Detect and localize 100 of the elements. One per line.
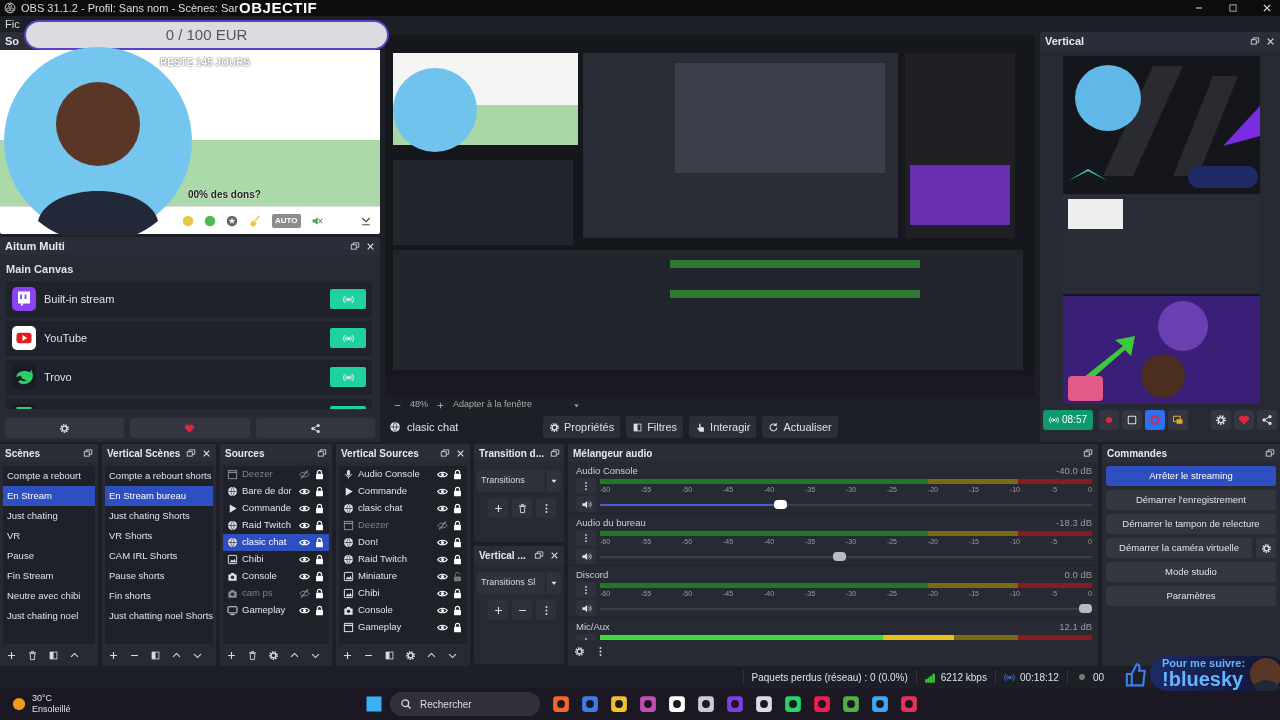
source-item[interactable]: Console: [223, 568, 329, 585]
stream-time: 00:18:12: [1019, 670, 1059, 685]
transition-dropdown[interactable]: Transitions: [477, 470, 561, 492]
source-item[interactable]: Deezer: [339, 517, 467, 534]
source-item[interactable]: clasic chat: [223, 534, 329, 551]
scene-item[interactable]: Just chating: [3, 506, 95, 526]
source-name: Miniature: [358, 569, 399, 584]
window-title: OBS 31.1.2 - Profil: Sans nom - Scènes: Sar: [21, 0, 239, 16]
follow-label: Pour me suivre:: [1162, 658, 1246, 669]
follow-handle: !bluesky: [1162, 669, 1245, 689]
toolbar-button[interactable]: Filtres: [626, 415, 684, 439]
source-name: Don!: [358, 535, 380, 550]
scene-item[interactable]: Just chatting noel Shorts: [105, 606, 213, 626]
source-name: Console: [242, 569, 278, 584]
volume-reading: 0.0 dB: [1064, 568, 1092, 582]
scene-item[interactable]: Just chating Shorts: [105, 506, 213, 526]
dropped-frames: Paquets perdus (réseau) : 0 (0.0%): [742, 669, 916, 685]
dock-title: Vertical: [1045, 33, 1086, 49]
scene-item[interactable]: En Stream: [3, 486, 95, 506]
control-button[interactable]: Démarrer l'enregistrement: [1106, 490, 1276, 510]
source-name: Audio Console: [358, 467, 421, 482]
source-item[interactable]: Gameplay: [339, 619, 467, 636]
overlay-title: OBJECTIF: [239, 0, 318, 18]
source-name: Console: [358, 603, 394, 618]
source-name: Deezer: [242, 467, 274, 482]
source-item[interactable]: clasic chat: [339, 500, 467, 517]
scene-item[interactable]: VR Shorts: [105, 526, 213, 546]
scene-item[interactable]: Neutre avec chibi: [3, 586, 95, 606]
dock-title: Vertical ...: [479, 548, 527, 563]
toolbar-button[interactable]: Interagir: [689, 415, 757, 439]
control-button[interactable]: Paramètres: [1106, 586, 1276, 606]
banner-caption: 00% des dons?: [188, 188, 261, 202]
source-item[interactable]: Raid Twitch: [339, 551, 467, 568]
channel-name: Mic/Aux: [576, 620, 610, 634]
bitrate: 6212 kbps: [940, 670, 987, 685]
volume-reading: 12.1 dB: [1059, 620, 1092, 634]
volume-reading: -18.3 dB: [1056, 516, 1092, 530]
scene-item[interactable]: Fin Stream: [3, 566, 95, 586]
source-name: Gameplay: [242, 603, 287, 618]
source-name: Commande: [358, 484, 409, 499]
source-item[interactable]: Deezer: [223, 466, 329, 483]
channel-name: Discord: [576, 568, 609, 582]
source-item[interactable]: Console: [339, 602, 467, 619]
scene-item[interactable]: Just chating noel: [3, 606, 95, 626]
goal-bar: 0 / 100 EUR: [24, 20, 389, 50]
source-name: Raid Twitch: [242, 518, 292, 533]
selected-source-name: clasic chat: [407, 419, 460, 435]
scene-item[interactable]: Compte a rebourt: [3, 466, 95, 486]
scene-item[interactable]: VR: [3, 526, 95, 546]
transition-dropdown[interactable]: Transitions Sl: [477, 572, 561, 594]
dock-title: Vertical Sources: [341, 446, 420, 461]
menu-item[interactable]: Fic: [5, 15, 20, 33]
source-item[interactable]: Commande: [339, 483, 467, 500]
channel-name: Audio du bureau: [576, 516, 646, 530]
stream-timer-button[interactable]: 08:57: [1043, 410, 1094, 430]
scene-item[interactable]: Pause shorts: [105, 566, 213, 586]
source-item[interactable]: Chibi: [339, 585, 467, 602]
source-item[interactable]: Gameplay: [223, 602, 329, 619]
control-button[interactable]: Démarrer la caméra virtuelle: [1106, 538, 1252, 558]
source-item[interactable]: Don!: [339, 534, 467, 551]
toolbar-button[interactable]: Propriétés: [543, 415, 621, 439]
dock-title: Aitum Multi: [5, 238, 66, 254]
output-name: Trovo: [44, 369, 73, 385]
source-item[interactable]: Bare de dor: [223, 483, 329, 500]
output-name: Built-in stream: [44, 291, 116, 307]
search-field[interactable]: Rechercher: [390, 692, 540, 716]
source-item[interactable]: Miniature: [339, 568, 467, 585]
section-title: Main Canvas: [5, 262, 75, 277]
weather-text: Ensoleillé: [32, 704, 71, 715]
dock-title: So: [5, 33, 20, 49]
channel-name: Audio Console: [576, 464, 638, 478]
dropdown-value: Transitions: [480, 474, 526, 488]
source-item[interactable]: Chibi: [223, 551, 329, 568]
source-name: Deezer: [358, 518, 390, 533]
control-button[interactable]: Arrêter le streaming: [1106, 466, 1276, 486]
scene-item[interactable]: Fin shorts: [105, 586, 213, 606]
control-button[interactable]: Mode studio: [1106, 562, 1276, 582]
scene-item[interactable]: Compte a rebourt shorts: [105, 466, 213, 486]
dock-title: Vertical Scènes: [107, 446, 181, 461]
source-name: Bare de dor: [242, 484, 293, 499]
source-item[interactable]: Audio Console: [339, 466, 467, 483]
scene-item[interactable]: CAM IRL Shorts: [105, 546, 213, 566]
source-name: Chibi: [242, 552, 265, 567]
scene-item[interactable]: Pause: [3, 546, 95, 566]
control-button[interactable]: Démarrer le tampon de relecture: [1106, 514, 1276, 534]
source-name: Raid Twitch: [358, 552, 408, 567]
source-name: Chibi: [358, 586, 381, 601]
dock-title: Scènes: [5, 446, 42, 461]
dock-title: Sources: [225, 446, 266, 461]
source-item[interactable]: Commande: [223, 500, 329, 517]
source-name: clasic chat: [358, 501, 404, 516]
dock-title: Mélangeur audio: [573, 446, 654, 461]
source-item[interactable]: Raid Twitch: [223, 517, 329, 534]
source-name: clasic chat: [242, 535, 288, 550]
source-item[interactable]: cam ps: [223, 585, 329, 602]
temperature: 30°C: [32, 693, 54, 704]
source-name: Commande: [242, 501, 293, 516]
fit-dropdown[interactable]: Adapter à la fenêtre: [453, 398, 582, 412]
toolbar-button[interactable]: Actualiser: [762, 415, 838, 439]
scene-item[interactable]: En Stream bureau: [105, 486, 213, 506]
